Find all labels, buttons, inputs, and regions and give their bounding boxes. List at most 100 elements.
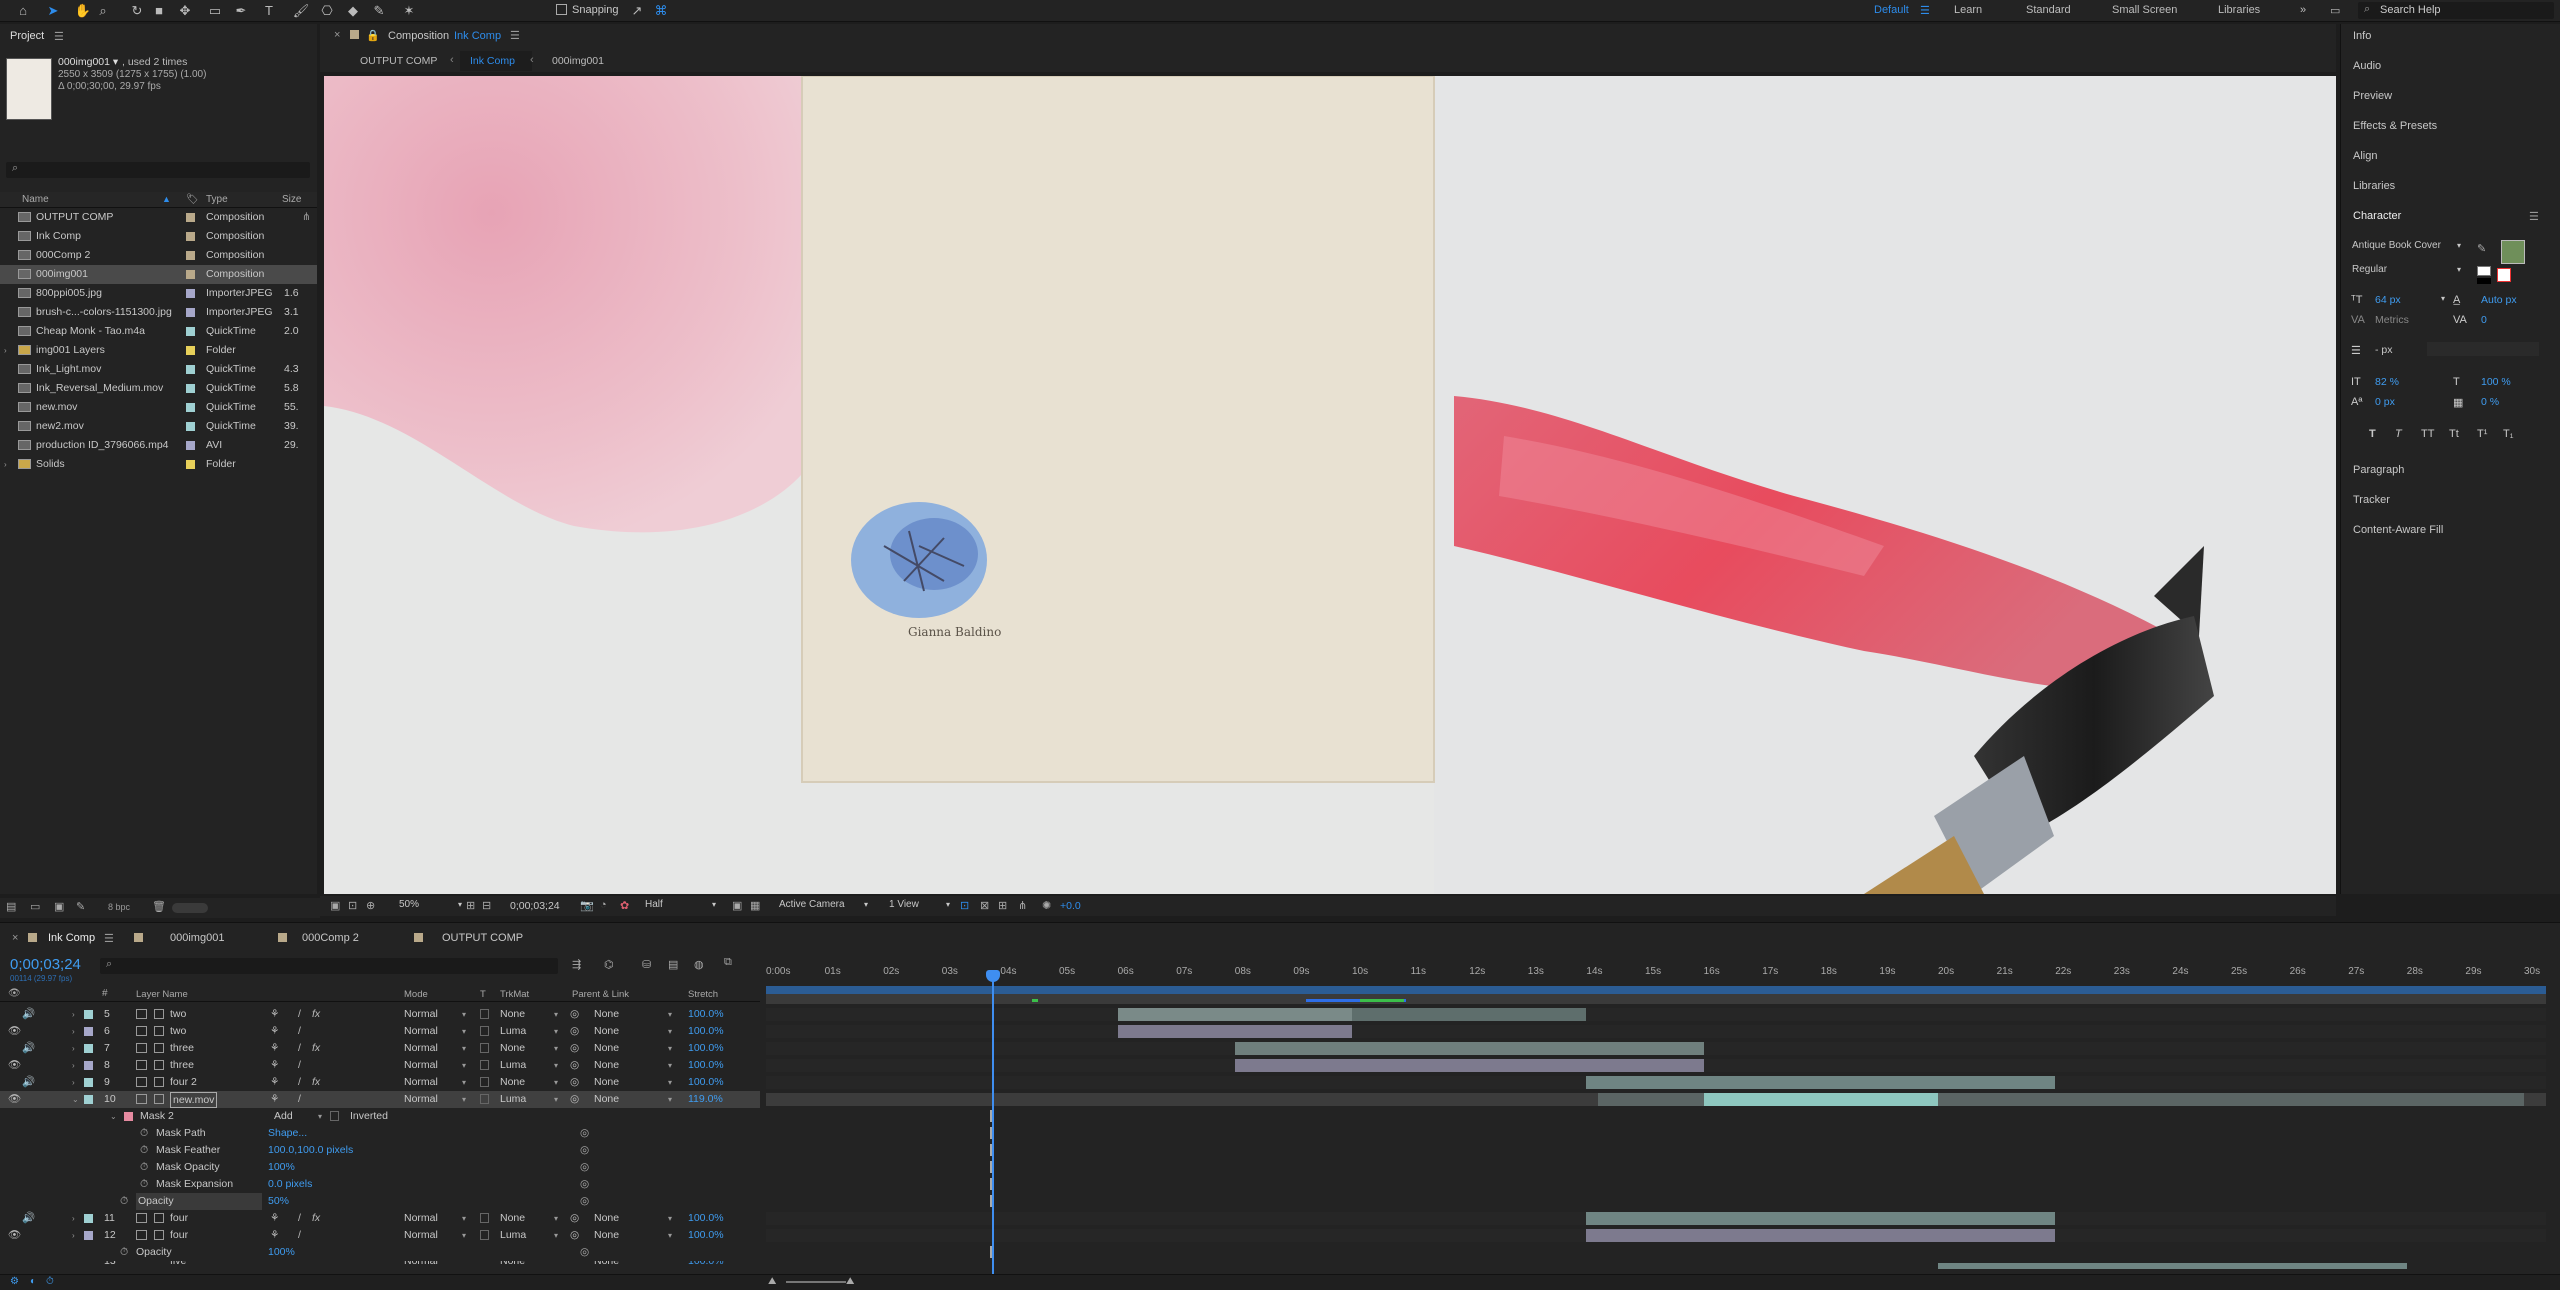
region-of-interest-icon[interactable]: ▣ <box>732 899 742 912</box>
kerning-value[interactable]: Metrics <box>2375 314 2409 326</box>
subscript-button[interactable]: T₁ <box>2503 428 2513 440</box>
layer-row[interactable]: 👁 › 6 two ⚘ / Normal ▾ Luma ▾ ◎ None ▾ 100.0% <box>0 1023 760 1040</box>
timeline-timecode[interactable]: 0;00;03;24 <box>10 956 81 973</box>
col-stretch[interactable]: Stretch <box>688 989 718 1000</box>
layer-name[interactable]: two <box>170 1023 186 1040</box>
col-layer-name[interactable]: Layer Name <box>136 989 188 1000</box>
panel-preview[interactable]: Preview <box>2353 90 2392 102</box>
clone-stamp-tool-icon[interactable]: ⎔ <box>318 2 336 20</box>
stopwatch-icon[interactable]: ⏱ <box>140 1142 148 1159</box>
label-swatch[interactable] <box>84 1027 93 1036</box>
col-size[interactable]: Size <box>282 194 301 205</box>
layer-parent[interactable]: None <box>594 1040 619 1057</box>
rectangle-tool-icon[interactable]: ▭ <box>206 2 224 20</box>
composition-name[interactable]: Ink Comp <box>454 30 501 42</box>
eyedropper-icon[interactable]: ✎ <box>2477 242 2486 255</box>
trash-icon[interactable]: 🗑 <box>152 900 166 913</box>
project-search-input[interactable]: ⌕ <box>6 162 310 178</box>
layer-row[interactable]: 13 five Normal None None 100.0% <box>0 1261 760 1269</box>
rotate-tool-icon[interactable]: ↻ <box>128 2 146 20</box>
preserve-transparency-checkbox[interactable] <box>480 1026 489 1036</box>
black-swatch[interactable] <box>2477 278 2491 284</box>
layer-duration-bar[interactable] <box>1234 1042 1704 1055</box>
shy-switch-icon[interactable]: ⚘ <box>270 1210 279 1227</box>
interpret-footage-icon[interactable]: ▤ <box>6 900 16 913</box>
col-t[interactable]: T <box>480 989 486 1000</box>
layer-row[interactable]: 🔊 › 11 four ⚘ / fx Normal ▾ None ▾ ◎ None ▾ 100.0% <box>0 1210 760 1227</box>
pan-behind-tool-icon[interactable]: ✥ <box>176 2 194 20</box>
layer-name[interactable]: four <box>170 1227 188 1244</box>
layer-name[interactable]: three <box>170 1057 194 1074</box>
property-row[interactable]: ⏱ Mask Feather 100.0,100.0 pixels ◎ <box>0 1142 760 1159</box>
expression-pickwhip-icon[interactable]: ◎ <box>580 1193 589 1210</box>
quality-switch-icon[interactable]: / <box>298 1006 301 1023</box>
preserve-transparency-checkbox[interactable] <box>480 1077 489 1087</box>
tsume-value[interactable]: 0 % <box>2481 396 2499 408</box>
playhead[interactable] <box>992 972 994 1278</box>
layer-stretch[interactable]: 100.0% <box>688 1261 724 1269</box>
font-family-dropdown[interactable]: Antique Book Cover ▾ <box>2349 240 2467 254</box>
preserve-transparency-checkbox[interactable] <box>480 1094 489 1104</box>
timeline-icon[interactable]: ⊞ <box>998 899 1007 912</box>
layer-stretch[interactable]: 100.0% <box>688 1057 724 1074</box>
fx-switch-icon[interactable]: fx <box>312 1006 320 1023</box>
font-style-dropdown[interactable]: Regular ▾ <box>2349 264 2467 278</box>
shy-icon[interactable]: ⛁ <box>642 958 651 971</box>
eye-icon[interactable]: 👁 <box>8 1057 21 1074</box>
stroke-color-swatch[interactable] <box>2497 268 2511 282</box>
vertical-scale-value[interactable]: 82 % <box>2375 376 2399 388</box>
label-swatch[interactable] <box>186 251 195 260</box>
tab-ink-comp[interactable]: Ink Comp <box>48 932 95 944</box>
new-composition-icon[interactable]: ▣ <box>54 900 64 913</box>
fx-switch-icon[interactable]: fx <box>312 1074 320 1091</box>
layer-mode[interactable]: Normal <box>404 1227 438 1244</box>
layer-stretch[interactable]: 119.0% <box>688 1091 723 1108</box>
toggle-modes-icon[interactable]: ◐ <box>30 1276 36 1287</box>
tab-000img001[interactable]: 000img001 <box>170 932 224 944</box>
project-item[interactable]: production ID_3796066.mp4 AVI 29. <box>0 436 317 455</box>
tab-000comp-2[interactable]: 000Comp 2 <box>302 932 359 944</box>
shy-switch-icon[interactable]: ⚘ <box>270 1074 279 1091</box>
all-caps-button[interactable]: TT <box>2421 428 2434 440</box>
small-caps-button[interactable]: Tt <box>2449 428 2459 440</box>
opacity-value[interactable]: 50% <box>268 1193 289 1210</box>
vr-icon[interactable]: ⊡ <box>348 899 357 912</box>
label-swatch[interactable] <box>84 1061 93 1070</box>
project-tab[interactable]: Project <box>10 30 44 42</box>
property-row[interactable]: ⏱ Opacity 50% ◎ <box>0 1193 760 1210</box>
exposure-value[interactable]: +0.0 <box>1060 900 1081 912</box>
shy-switch-icon[interactable]: ⚘ <box>270 1040 279 1057</box>
tracking-value[interactable]: 0 <box>2481 314 2487 326</box>
layer-name[interactable]: four 2 <box>170 1074 197 1091</box>
layer-duration-bar[interactable] <box>1586 1076 2056 1089</box>
label-swatch[interactable] <box>186 270 195 279</box>
expression-pickwhip-icon[interactable]: ◎ <box>580 1159 589 1176</box>
fx-switch-icon[interactable]: fx <box>312 1210 320 1227</box>
audio-icon[interactable]: 🔊 <box>22 1006 35 1023</box>
stopwatch-icon[interactable]: ⏱ <box>120 1244 128 1261</box>
stopwatch-icon[interactable]: ⏱ <box>140 1159 148 1176</box>
pick-whip-icon[interactable]: ◎ <box>570 1006 579 1023</box>
work-area-bar[interactable] <box>766 986 2546 994</box>
chevron-right-icon[interactable]: › <box>72 1057 75 1074</box>
selected-item-name[interactable]: 000img001 ▾ <box>58 56 118 68</box>
project-item[interactable]: OUTPUT COMP Composition ⋔ <box>0 208 317 227</box>
panel-character-title[interactable]: Character <box>2353 210 2401 222</box>
toggle-pixel-aspect-icon[interactable]: ⊡ <box>960 899 969 912</box>
panel-menu-icon[interactable]: ☰ <box>54 30 64 43</box>
new-folder-icon[interactable]: ▭ <box>30 900 40 913</box>
selection-tool-icon[interactable]: ➤ <box>44 2 62 20</box>
layer-stretch[interactable]: 100.0% <box>688 1227 724 1244</box>
fast-previews-icon[interactable]: ⊠ <box>980 899 989 912</box>
label-swatch[interactable] <box>84 1231 93 1240</box>
tab-output-comp[interactable]: OUTPUT COMP <box>442 932 523 944</box>
layer-mode[interactable]: Normal <box>404 1023 438 1040</box>
layer-trkmat[interactable]: None <box>500 1261 525 1269</box>
label-column-icon[interactable]: 🏷 <box>186 194 199 205</box>
pick-whip-icon[interactable]: ◎ <box>570 1040 579 1057</box>
stroke-option-dropdown[interactable] <box>2427 342 2539 356</box>
layer-name[interactable]: new.mov <box>170 1092 218 1108</box>
breadcrumb-ink-comp-tab[interactable]: Ink Comp <box>460 51 532 71</box>
layer-duration-bar[interactable] <box>1234 1059 1704 1072</box>
frame-blending-icon[interactable]: ▤ <box>668 958 678 971</box>
